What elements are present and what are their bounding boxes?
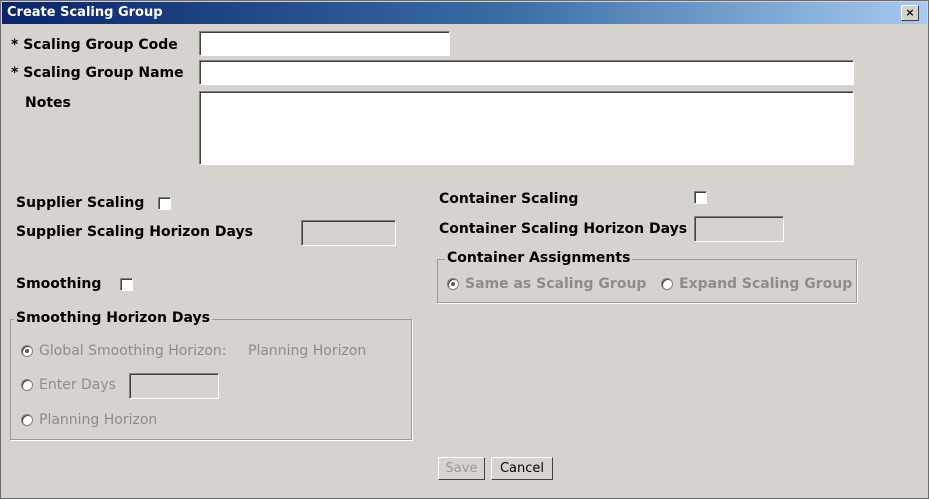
global-smoothing-radio bbox=[21, 345, 33, 357]
create-scaling-group-dialog: Create Scaling Group × * Scaling Group C… bbox=[0, 0, 929, 499]
container-scaling-label: Container Scaling bbox=[439, 191, 579, 207]
enter-days-option: Enter Days bbox=[21, 377, 116, 393]
close-button[interactable]: × bbox=[901, 5, 919, 21]
enter-days-input bbox=[129, 373, 219, 399]
container-assignments-title: Container Assignments bbox=[445, 250, 633, 266]
scaling-group-code-label: * Scaling Group Code bbox=[11, 37, 178, 53]
container-scaling-horizon-input bbox=[694, 216, 784, 242]
expand-scaling-group-radio bbox=[661, 278, 673, 290]
same-as-scaling-group-radio bbox=[447, 278, 459, 290]
scaling-group-name-label: * Scaling Group Name bbox=[11, 65, 184, 81]
smoothing-horizon-group-title: Smoothing Horizon Days bbox=[14, 310, 212, 326]
supplier-scaling-label: Supplier Scaling bbox=[16, 195, 145, 211]
enter-days-radio bbox=[21, 379, 33, 391]
supplier-scaling-horizon-label: Supplier Scaling Horizon Days bbox=[16, 224, 253, 240]
dialog-title: Create Scaling Group bbox=[7, 5, 163, 20]
supplier-scaling-horizon-input bbox=[301, 220, 396, 246]
container-scaling-checkbox[interactable] bbox=[694, 191, 707, 204]
scaling-group-code-input[interactable] bbox=[199, 31, 450, 56]
smoothing-checkbox[interactable] bbox=[120, 278, 133, 291]
same-as-scaling-group-label: Same as Scaling Group bbox=[465, 276, 647, 292]
planning-horizon-label: Planning Horizon bbox=[39, 412, 158, 428]
global-smoothing-value: Planning Horizon bbox=[248, 343, 367, 359]
scaling-group-name-input[interactable] bbox=[199, 60, 854, 85]
save-button[interactable]: Save bbox=[438, 457, 485, 480]
global-smoothing-option: Global Smoothing Horizon: bbox=[21, 343, 226, 359]
notes-label: Notes bbox=[25, 95, 71, 111]
planning-horizon-radio bbox=[21, 414, 33, 426]
expand-scaling-group-option: Expand Scaling Group bbox=[661, 276, 852, 292]
close-icon: × bbox=[905, 6, 915, 19]
same-as-scaling-group-option: Same as Scaling Group bbox=[447, 276, 646, 292]
notes-textarea[interactable] bbox=[199, 91, 854, 165]
expand-scaling-group-label: Expand Scaling Group bbox=[679, 276, 853, 292]
planning-horizon-option: Planning Horizon bbox=[21, 412, 157, 428]
smoothing-label: Smoothing bbox=[16, 276, 102, 292]
global-smoothing-label: Global Smoothing Horizon: bbox=[39, 343, 227, 359]
supplier-scaling-checkbox[interactable] bbox=[158, 197, 171, 210]
container-scaling-horizon-label: Container Scaling Horizon Days bbox=[439, 221, 688, 237]
cancel-button[interactable]: Cancel bbox=[491, 457, 553, 480]
title-bar[interactable]: Create Scaling Group × bbox=[2, 2, 927, 24]
enter-days-label: Enter Days bbox=[39, 377, 116, 393]
